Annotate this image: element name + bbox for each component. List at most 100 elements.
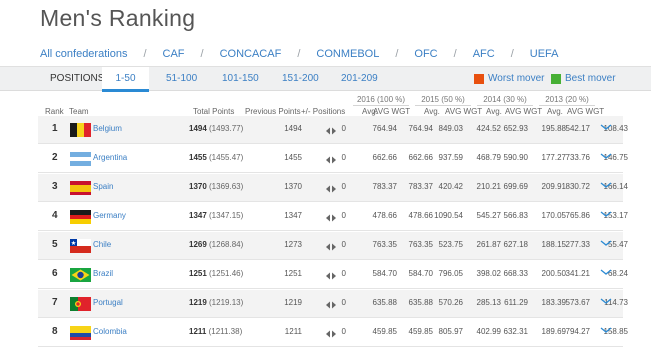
- expand-chevron-icon[interactable]: [600, 264, 612, 275]
- y2015-avg-value: 849.03: [438, 124, 463, 133]
- conf-link-ofc[interactable]: OFC: [414, 48, 437, 60]
- expand-chevron-icon[interactable]: [600, 206, 612, 217]
- position-change-arrows-icon: [326, 123, 336, 135]
- team-name-link[interactable]: Spain: [93, 182, 113, 191]
- team-name-link[interactable]: Brazil: [93, 269, 113, 278]
- separator: /: [143, 48, 147, 60]
- table-row[interactable]: 1 Belgium 1494 (1493.77) 1494 0 764.94 764.94 8…: [38, 116, 628, 144]
- table-row[interactable]: 4 Germany 1347 (1347.15) 1347 0 478.66 478.66 1…: [38, 203, 628, 231]
- change-value: 0: [341, 211, 346, 220]
- expand-chevron-icon[interactable]: [600, 119, 612, 130]
- y2013-avg-value: 733.76: [565, 153, 590, 162]
- y2016-avg-value: 459.85: [372, 327, 397, 336]
- col-header-total: Total Points: [193, 107, 235, 116]
- position-change-arrows-icon: [326, 326, 336, 338]
- y2015-wgt-value: 468.79: [476, 153, 501, 162]
- y2014-wgt-value: 209.91: [541, 182, 566, 191]
- y2013-avg-value: 341.21: [565, 269, 590, 278]
- rank-number: 5: [52, 239, 58, 250]
- y2013-avg-value: 573.67: [565, 298, 590, 307]
- year-header-2013: 2013 (20 %): [539, 95, 595, 106]
- chile-flag-icon: [70, 239, 91, 253]
- col-header-avg-2015: Avg.: [424, 107, 440, 116]
- y2014-avg-value: 652.93: [503, 124, 528, 133]
- y2014-wgt-value: 188.15: [541, 240, 566, 249]
- year-header-2016: 2016 (100 %): [353, 95, 409, 106]
- worst-mover-swatch: [474, 74, 484, 84]
- separator: /: [453, 48, 457, 60]
- expand-chevron-icon[interactable]: [600, 177, 612, 188]
- y2016-avg-value: 763.35: [372, 240, 397, 249]
- conf-link-uefa[interactable]: UEFA: [530, 48, 559, 60]
- col-header-avg-2013: Avg.: [547, 107, 563, 116]
- position-change-arrows-icon: [326, 181, 336, 193]
- rank-number: 4: [52, 210, 58, 221]
- change-value: 0: [341, 327, 346, 336]
- y2014-avg-value: 699.69: [503, 182, 528, 191]
- year-header-2014: 2014 (30 %): [477, 95, 533, 106]
- y2014-avg-value: 566.83: [503, 211, 528, 220]
- positions-label: POSITIONS: [50, 73, 105, 84]
- y2013-avg-value: 277.33: [565, 240, 590, 249]
- team-name-link[interactable]: Argentina: [93, 153, 127, 162]
- table-row[interactable]: 8 Colombia 1211 (1211.38) 1211 0 459.85 459.85…: [38, 319, 628, 347]
- position-change-arrows-icon: [326, 268, 336, 280]
- total-points: 1211 (1211.38): [189, 327, 243, 336]
- separator: /: [395, 48, 399, 60]
- y2013-avg-value: 765.86: [565, 211, 590, 220]
- table-row[interactable]: 7 Portugal 1219 (1219.13) 1219 0 635.88 635.88…: [38, 290, 628, 318]
- change-value: 0: [341, 240, 346, 249]
- table-row[interactable]: 6 Brazil 1251 (1251.46) 1251 0 584.70 584.70 79…: [38, 261, 628, 289]
- worst-mover-label: Worst mover: [488, 73, 545, 84]
- belgium-flag-icon: [70, 123, 91, 137]
- total-points: 1494 (1493.77): [189, 124, 244, 133]
- table-row[interactable]: 2 Argentina 1455 (1455.47) 1455 0 662.66 662.6…: [38, 145, 628, 173]
- change-value: 0: [341, 298, 346, 307]
- separator: /: [297, 48, 301, 60]
- total-points: 1370 (1369.63): [189, 182, 244, 191]
- conf-link-conmebol[interactable]: CONMEBOL: [316, 48, 379, 60]
- total-points: 1455 (1455.47): [189, 153, 244, 162]
- table-row[interactable]: 3 Spain 1370 (1369.63) 1370 0 783.37 783.37 420…: [38, 174, 628, 202]
- y2016-wgt-value: 584.70: [408, 269, 433, 278]
- team-name-link[interactable]: Belgium: [93, 124, 122, 133]
- team-name-link[interactable]: Germany: [93, 211, 126, 220]
- tab-101-150[interactable]: 101-150: [222, 73, 259, 84]
- previous-value: 1347: [284, 211, 302, 220]
- expand-chevron-icon[interactable]: [600, 148, 612, 159]
- col-header-previous: Previous Points: [245, 107, 301, 116]
- previous-value: 1211: [284, 327, 302, 336]
- team-name-link[interactable]: Chile: [93, 240, 111, 249]
- team-name-link[interactable]: Colombia: [93, 327, 127, 336]
- y2013-avg-value: 794.27: [565, 327, 590, 336]
- tab-51-100[interactable]: 51-100: [166, 73, 197, 84]
- separator: /: [200, 48, 204, 60]
- rank-number: 2: [52, 152, 58, 163]
- y2016-wgt-value: 635.88: [408, 298, 433, 307]
- table-row[interactable]: 5 Chile 1269 (1268.84) 1273 0 763.35 763.35 523…: [38, 232, 628, 260]
- expand-chevron-icon[interactable]: [600, 235, 612, 246]
- change-value: 0: [341, 269, 346, 278]
- expand-chevron-icon[interactable]: [600, 293, 612, 304]
- y2015-avg-value: 937.59: [438, 153, 463, 162]
- change-value: 0: [341, 182, 346, 191]
- tab-201-209[interactable]: 201-209: [341, 73, 378, 84]
- conf-link-all[interactable]: All confederations: [40, 48, 127, 60]
- conf-link-caf[interactable]: CAF: [163, 48, 185, 60]
- rank-number: 8: [52, 326, 58, 337]
- col-header-wgt-2016: AVG WGT: [373, 107, 411, 116]
- expand-chevron-icon[interactable]: [600, 322, 612, 333]
- tab-1-50[interactable]: 1-50: [102, 67, 149, 92]
- rank-number: 1: [52, 123, 58, 134]
- conf-link-afc[interactable]: AFC: [473, 48, 495, 60]
- tab-151-200[interactable]: 151-200: [282, 73, 319, 84]
- previous-value: 1219: [284, 298, 302, 307]
- col-header-wgt-2014: AVG WGT: [505, 107, 543, 116]
- y2016-avg-value: 764.94: [372, 124, 397, 133]
- germany-flag-icon: [70, 210, 91, 224]
- y2013-avg-value: 542.17: [565, 124, 590, 133]
- col-header-rank: Rank: [45, 107, 64, 116]
- conf-link-concacaf[interactable]: CONCACAF: [220, 48, 282, 60]
- team-name-link[interactable]: Portugal: [93, 298, 123, 307]
- y2014-wgt-value: 189.69: [541, 327, 566, 336]
